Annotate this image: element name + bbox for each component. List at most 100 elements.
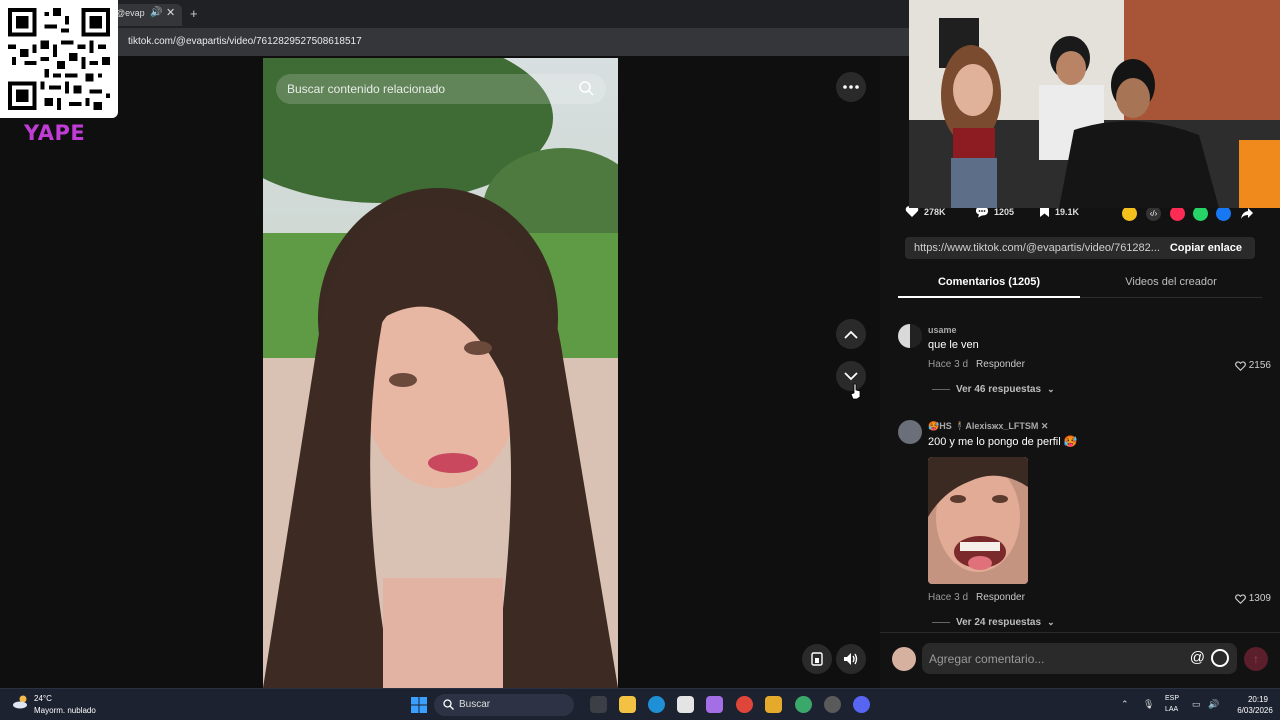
microphone-icon[interactable]: 🎙 (1143, 699, 1154, 710)
comment-input[interactable]: Agregar comentario... @ (922, 643, 1237, 674)
previous-video-button[interactable] (836, 319, 866, 349)
comment-username[interactable]: usame (928, 325, 957, 335)
edge-icon[interactable] (648, 696, 665, 713)
related-search-placeholder: Buscar contenido relacionado (287, 82, 446, 96)
miniplayer-button[interactable] (802, 644, 832, 674)
obs-icon[interactable] (824, 696, 841, 713)
comment-text: que le ven (928, 339, 979, 351)
related-search-input[interactable]: Buscar contenido relacionado (276, 74, 606, 104)
view-replies-label: Ver 24 respuestas (956, 617, 1042, 628)
chevron-up-icon (844, 330, 858, 339)
device-icon (811, 652, 823, 666)
store-icon[interactable] (677, 696, 694, 713)
comment-count: 1205 (994, 206, 1015, 217)
whatsapp-icon[interactable] (1193, 206, 1208, 221)
share-link-text[interactable]: https://www.tiktok.com/@evapartis/video/… (914, 242, 1160, 254)
copy-link-button[interactable]: Copiar enlace (1170, 242, 1242, 254)
reply-button[interactable]: Responder (976, 359, 1025, 370)
chevron-up-icon[interactable]: ⌃ (1121, 699, 1129, 710)
weather-description[interactable]: Mayorm. nublado (34, 706, 96, 715)
comment-image[interactable] (928, 457, 1028, 584)
chevron-down-icon (844, 371, 858, 380)
clock-time[interactable]: 20:19 (1240, 695, 1276, 704)
comment-like-button[interactable]: 2156 (1234, 360, 1271, 371)
game-app-icon[interactable] (765, 696, 782, 713)
chrome-icon[interactable] (736, 696, 753, 713)
facebook-icon[interactable] (1216, 206, 1231, 221)
view-replies-button[interactable]: Ver 24 respuestas ⌄ (932, 617, 1055, 628)
speaker-icon[interactable]: 🔊 (150, 7, 162, 18)
volume-button[interactable] (836, 644, 866, 674)
comment-time: Hace 3 d (928, 359, 969, 370)
arrow-up-icon: ↑ (1253, 652, 1259, 666)
video-player[interactable] (263, 58, 618, 688)
taskbar-search-label: Buscar (459, 699, 491, 710)
tab-title: @evap (116, 8, 145, 18)
address-bar[interactable]: tiktok.com/@evapartis/video/761282952750… (0, 28, 910, 56)
search-icon (443, 699, 454, 710)
send-friend-icon[interactable] (1170, 206, 1185, 221)
video-frame (263, 58, 618, 688)
avatar (892, 647, 916, 671)
browser-tab-bar: @evap 🔊 ✕ + (0, 0, 910, 28)
webcam-feed (909, 0, 1280, 208)
emoji-icon[interactable] (1211, 649, 1229, 667)
share-link-box: https://www.tiktok.com/@evapartis/video/… (905, 237, 1255, 259)
comment-meta: Hace 3 d Responder (928, 359, 1025, 370)
like-count: 278K (924, 206, 946, 217)
chevron-down-icon: ⌄ (1047, 617, 1055, 627)
save-count: 19.1K (1055, 206, 1080, 217)
taskbar-search[interactable]: Buscar (434, 694, 574, 716)
webcam-overlay (909, 0, 1280, 208)
mention-icon[interactable]: @ (1190, 649, 1205, 666)
qr-code-image (8, 8, 110, 110)
reply-button[interactable]: Responder (976, 592, 1025, 603)
tab-active-indicator (898, 296, 1080, 298)
avatar[interactable] (898, 324, 922, 348)
chevron-down-icon: ⌄ (1047, 384, 1055, 394)
comment-input-placeholder: Agregar comentario... (929, 652, 1045, 666)
avatar[interactable] (898, 420, 922, 444)
network-icon[interactable]: ▭ (1192, 699, 1201, 710)
avatar-image (898, 324, 922, 348)
comment-like-count: 1309 (1248, 593, 1271, 604)
file-explorer-icon[interactable] (619, 696, 636, 713)
comment-like-count: 2156 (1248, 360, 1271, 371)
post-comment-button[interactable]: ↑ (1244, 647, 1268, 671)
comment-item: 🥵HS 🕴Alexisжx_LFTSM ✕ 200 y me lo pongo … (898, 420, 1273, 630)
comment-like-button[interactable]: 1309 (1234, 593, 1271, 604)
heart-outline-icon (1234, 593, 1246, 604)
keyboard-layout[interactable]: LAA (1165, 706, 1178, 713)
comment-meta: Hace 3 d Responder (928, 592, 1025, 603)
tab-creator-videos[interactable]: Videos del creador (1080, 276, 1262, 288)
clock-date[interactable]: 6/03/2026 (1233, 706, 1277, 715)
comment-composer: Agregar comentario... @ ↑ (880, 632, 1280, 688)
share-arrow-icon[interactable] (1240, 207, 1254, 220)
search-icon[interactable] (578, 80, 594, 96)
windows-start-icon[interactable] (411, 697, 427, 713)
comment-item: usame que le ven Hace 3 d Responder 2156 … (898, 324, 1273, 399)
view-replies-button[interactable]: Ver 46 respuestas ⌄ (932, 384, 1055, 395)
qr-code (0, 0, 118, 118)
close-icon[interactable]: ✕ (166, 6, 175, 19)
volume-icon[interactable]: 🔊 (1208, 699, 1219, 710)
browser-tab[interactable]: @evap 🔊 ✕ (110, 4, 182, 26)
tab-comments[interactable]: Comentarios (1205) (898, 276, 1080, 288)
discord-icon[interactable] (853, 696, 870, 713)
ellipsis-icon (843, 85, 859, 89)
comment-username[interactable]: 🥵HS 🕴Alexisжx_LFTSM ✕ (928, 421, 1048, 432)
comment-text: 200 y me lo pongo de perfil 🥵 (928, 436, 1078, 448)
chrome-profile-icon[interactable] (795, 696, 812, 713)
weather-cloud-icon[interactable] (12, 695, 30, 709)
view-replies-label: Ver 46 respuestas (956, 384, 1042, 395)
url-text[interactable]: tiktok.com/@evapartis/video/761282952750… (128, 36, 362, 47)
coin-icon[interactable] (1122, 206, 1137, 221)
language-code[interactable]: ESP (1165, 695, 1179, 702)
heart-outline-icon (1234, 360, 1246, 371)
task-view-icon[interactable] (590, 696, 607, 713)
copilot-icon[interactable] (706, 696, 723, 713)
weather-temperature[interactable]: 24°C (34, 694, 52, 703)
more-options-button[interactable] (836, 72, 866, 102)
new-tab-icon[interactable]: + (190, 6, 198, 21)
embed-icon[interactable]: ‹/› (1146, 206, 1161, 221)
